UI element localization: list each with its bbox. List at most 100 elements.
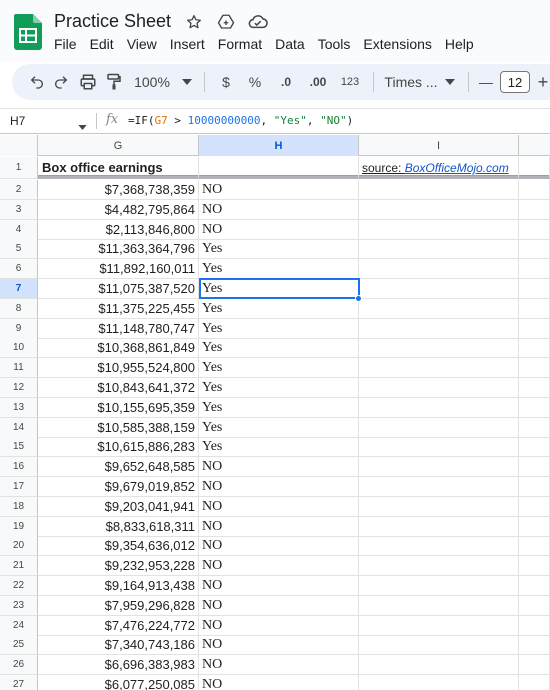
row-header[interactable]: 2 [0,180,38,200]
cell-g1[interactable]: Box office earnings [38,157,199,179]
row-header[interactable]: 23 [0,595,38,616]
cell-j1[interactable] [519,157,550,179]
menu-data[interactable]: Data [275,36,305,52]
cell-g24[interactable]: $7,476,224,772 [38,615,199,636]
cell-j22[interactable] [519,576,550,596]
cell-i24[interactable] [359,615,519,636]
undo-button[interactable] [26,70,48,94]
decrease-decimal-button[interactable]: .0 [271,70,301,94]
row-header[interactable]: 14 [0,417,38,438]
cell-h4[interactable]: NO [199,219,359,240]
cell-h6[interactable]: Yes [199,259,359,280]
cell-g8[interactable]: $11,375,225,455 [38,298,199,319]
cell-h9[interactable]: Yes [199,318,359,339]
cell-i18[interactable] [359,496,519,517]
cell-g5[interactable]: $11,363,364,796 [38,239,199,260]
cell-g15[interactable]: $10,615,886,283 [38,437,199,458]
cell-j13[interactable] [519,397,550,418]
row-header[interactable]: 19 [0,516,38,537]
cell-j2[interactable] [519,180,550,200]
row-header[interactable]: 25 [0,635,38,656]
menu-format[interactable]: Format [218,36,262,52]
name-box-dropdown-icon[interactable] [78,119,87,133]
cell-g27[interactable]: $6,077,250,085 [38,675,199,690]
cell-h7[interactable]: Yes [199,279,359,299]
menu-help[interactable]: Help [445,36,474,52]
column-header-i[interactable]: I [359,135,519,156]
cell-h19[interactable]: NO [199,516,359,537]
select-all-corner[interactable] [0,135,38,156]
row-header[interactable]: 21 [0,556,38,577]
row-header[interactable]: 20 [0,536,38,557]
cell-h25[interactable]: NO [199,635,359,656]
cell-i20[interactable] [359,536,519,557]
sheets-logo-icon[interactable] [14,14,42,50]
formula-input[interactable]: =IF(G7 > 10000000000, "Yes", "NO") [128,114,353,127]
cell-h3[interactable]: NO [199,199,359,220]
row-header[interactable]: 5 [0,239,38,260]
cell-h8[interactable]: Yes [199,298,359,319]
cell-i2[interactable] [359,180,519,200]
cell-g14[interactable]: $10,585,388,159 [38,417,199,438]
cell-i26[interactable] [359,655,519,676]
cell-h15[interactable]: Yes [199,437,359,458]
cell-i7[interactable] [359,279,519,299]
row-header[interactable]: 26 [0,655,38,676]
increase-decimal-button[interactable]: .00 [301,70,335,94]
cell-g22[interactable]: $9,164,913,438 [38,576,199,596]
number-format-button[interactable]: 123 [335,70,365,94]
menu-view[interactable]: View [127,36,157,52]
cell-h23[interactable]: NO [199,595,359,616]
row-header[interactable]: 15 [0,437,38,458]
cell-i4[interactable] [359,219,519,240]
zoom-select[interactable]: 100% [126,70,178,94]
row-header[interactable]: 8 [0,298,38,319]
cell-j11[interactable] [519,358,550,379]
menu-insert[interactable]: Insert [170,36,205,52]
cloud-saved-icon[interactable] [248,12,268,32]
cell-j8[interactable] [519,298,550,319]
cell-i23[interactable] [359,595,519,616]
cell-g23[interactable]: $7,959,296,828 [38,595,199,616]
cell-i3[interactable] [359,199,519,220]
cell-i10[interactable] [359,338,519,359]
percent-format-button[interactable]: % [239,70,271,94]
cell-h1[interactable] [199,157,359,179]
cell-i8[interactable] [359,298,519,319]
cell-i22[interactable] [359,576,519,596]
cell-g13[interactable]: $10,155,695,359 [38,397,199,418]
source-link[interactable]: BoxOfficeMojo.com [405,161,509,175]
row-header[interactable]: 1 [0,157,38,179]
cell-h16[interactable]: NO [199,457,359,478]
cell-h14[interactable]: Yes [199,417,359,438]
cell-j20[interactable] [519,536,550,557]
cell-j12[interactable] [519,378,550,398]
cell-g7[interactable]: $11,075,387,520 [38,279,199,299]
menu-extensions[interactable]: Extensions [363,36,431,52]
cell-h21[interactable]: NO [199,556,359,577]
currency-format-button[interactable]: $ [213,70,239,94]
menu-file[interactable]: File [54,36,77,52]
name-box[interactable]: H7 [10,114,25,128]
cell-h2[interactable]: NO [199,180,359,200]
row-header[interactable]: 24 [0,615,38,636]
menu-edit[interactable]: Edit [90,36,114,52]
zoom-dropdown-icon[interactable] [178,70,196,94]
cell-j19[interactable] [519,516,550,537]
cell-g11[interactable]: $10,955,524,800 [38,358,199,379]
row-header[interactable]: 10 [0,338,38,359]
cell-h20[interactable]: NO [199,536,359,557]
font-size-field[interactable]: 12 [495,70,535,94]
cell-j17[interactable] [519,477,550,497]
row-header[interactable]: 27 [0,675,38,690]
fill-handle[interactable] [355,295,362,302]
cell-j10[interactable] [519,338,550,359]
column-header-j[interactable] [519,135,550,156]
cell-i13[interactable] [359,397,519,418]
cell-i21[interactable] [359,556,519,577]
column-header-h[interactable]: H [199,135,359,156]
row-header[interactable]: 22 [0,576,38,596]
cell-h27[interactable]: NO [199,675,359,690]
cell-i5[interactable] [359,239,519,260]
decrease-font-size-button[interactable]: — [477,70,495,94]
